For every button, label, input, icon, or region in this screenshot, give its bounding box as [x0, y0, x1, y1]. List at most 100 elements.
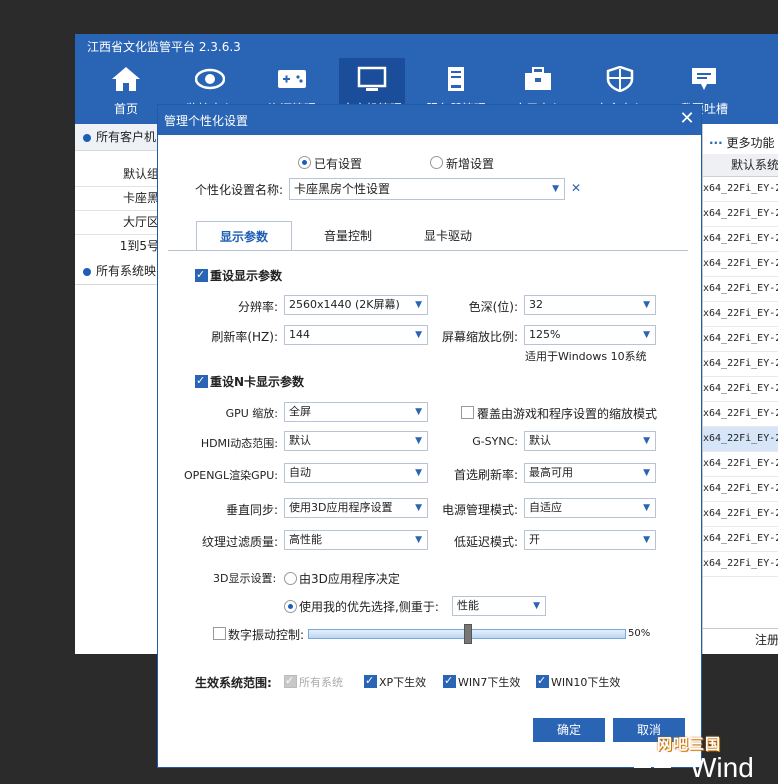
dialog-titlebar[interactable]: 管理个性化设置 ✕ — [158, 105, 701, 135]
mode-existing-label: 已有设置 — [314, 157, 363, 171]
gsync-value: 默认 — [529, 434, 551, 447]
table-cell[interactable]: x64_22Fi_EY-2 — [703, 227, 778, 252]
table-cell[interactable]: x64_22Fi_EY-2 — [703, 177, 778, 202]
all-images-header[interactable]: 所有系统映 — [75, 258, 159, 285]
low-latency-value: 开 — [529, 533, 540, 546]
table-cell[interactable]: x64_22Fi_EY-2 — [703, 502, 778, 527]
gsync-select[interactable]: 默认 ▼ — [524, 431, 656, 451]
table-cell[interactable]: x64_22Fi_EY-2 — [703, 527, 778, 552]
sidebar-group[interactable]: 默认组 — [75, 162, 159, 187]
scope-xp-checkbox[interactable] — [364, 673, 377, 688]
mode-new-radio[interactable] — [430, 156, 443, 169]
clear-icon[interactable]: ✕ — [571, 181, 581, 195]
vsync-select[interactable]: 使用3D应用程序设置 ▼ — [284, 498, 428, 518]
refresh-rate-value: 144 — [289, 328, 310, 341]
feedback-icon — [692, 68, 716, 90]
chevron-down-icon: ▼ — [643, 468, 650, 478]
table-cell[interactable]: x64_22Fi_EY-2 — [703, 277, 778, 302]
chevron-down-icon: ▼ — [415, 300, 422, 310]
scale-note: 适用于Windows 10系统 — [525, 350, 647, 363]
screen-scale-select[interactable]: 125% ▼ — [524, 325, 656, 345]
opengl-gpu-label: OPENGL渲染GPU: — [183, 469, 278, 482]
table-cell-selected[interactable]: x64_22Fi_EY-2 — [703, 427, 778, 452]
close-icon[interactable]: ✕ — [676, 108, 698, 130]
3d-preference-label: 使用我的优先选择,侧重于: — [299, 600, 439, 614]
opengl-gpu-select[interactable]: 自动 ▼ — [284, 463, 428, 483]
table-cell[interactable]: x64_22Fi_EY-2 — [703, 452, 778, 477]
low-latency-select[interactable]: 开 ▼ — [524, 530, 656, 550]
dialog-title: 管理个性化设置 — [164, 114, 249, 128]
reset-nvidia-label: 重设N卡显示参数 — [210, 375, 305, 389]
client-table-right: ··· 更多功能 默认系统 x64_22Fi_EY-2 x64_22Fi_EY-… — [702, 124, 778, 654]
home-icon — [112, 67, 140, 91]
all-images-label: 所有系统映 — [96, 264, 157, 278]
more-functions-label: 更多功能 — [726, 136, 775, 150]
tab-display[interactable]: 显示参数 — [196, 221, 292, 251]
texture-quality-value: 高性能 — [289, 533, 322, 546]
scope-win10-checkbox[interactable] — [536, 673, 549, 688]
desktop-windows-text: Wind — [690, 752, 754, 783]
table-cell[interactable]: x64_22Fi_EY-2 — [703, 202, 778, 227]
table-cell[interactable]: x64_22Fi_EY-2 — [703, 252, 778, 277]
sidebar-group[interactable]: 卡座黑 — [75, 186, 159, 211]
color-depth-select[interactable]: 32 ▼ — [524, 295, 656, 315]
scope-all-checkbox[interactable] — [284, 673, 297, 688]
register-button[interactable]: 注册 — [703, 628, 778, 651]
hdmi-range-select[interactable]: 默认 ▼ — [284, 431, 428, 451]
all-clients-label: 所有客户机 — [96, 130, 157, 144]
table-cell[interactable]: x64_22Fi_EY-2 — [703, 302, 778, 327]
refresh-rate-select[interactable]: 144 ▼ — [284, 325, 428, 345]
scope-win7-label: WIN7下生效 — [458, 676, 521, 689]
reset-display-checkbox[interactable] — [195, 267, 208, 282]
vibrance-slider-thumb[interactable] — [464, 624, 472, 644]
all-clients-header[interactable]: 所有客户机 — [75, 124, 159, 151]
setting-name-label: 个性化设置名称: — [195, 183, 284, 197]
mode-existing-radio[interactable] — [298, 156, 311, 169]
setting-name-select[interactable]: 卡座黑房个性设置 ▼ — [289, 178, 565, 200]
chevron-down-icon: ▼ — [533, 601, 540, 611]
vibrance-checkbox[interactable] — [213, 627, 226, 640]
table-cell[interactable]: x64_22Fi_EY-2 — [703, 352, 778, 377]
sidebar-group[interactable]: 1到5号 — [75, 234, 159, 259]
chevron-down-icon: ▼ — [415, 330, 422, 340]
tab-divider — [168, 250, 688, 251]
more-functions-button[interactable]: ··· 更多功能 — [703, 132, 778, 154]
3d-app-decide-label: 由3D应用程序决定 — [299, 572, 400, 586]
table-cell[interactable]: x64_22Fi_EY-2 — [703, 402, 778, 427]
chevron-down-icon: ▼ — [552, 184, 559, 194]
scope-win10-label: WIN10下生效 — [551, 676, 621, 689]
table-cell[interactable]: x64_22Fi_EY-2 — [703, 477, 778, 502]
3d-preference-radio[interactable] — [284, 600, 297, 613]
power-mode-label: 电源管理模式: — [441, 503, 518, 517]
tab-gpu-driver[interactable]: 显卡驱动 — [400, 221, 496, 251]
column-header-default-system[interactable]: 默认系统 — [703, 154, 778, 177]
table-cell[interactable]: x64_22Fi_EY-2 — [703, 377, 778, 402]
ok-button[interactable]: 确定 — [533, 718, 605, 742]
tab-volume[interactable]: 音量控制 — [300, 221, 396, 251]
resolution-value: 2560x1440 (2K屏幕) — [289, 298, 400, 311]
vibrance-value: 50% — [628, 628, 651, 639]
3d-preference-select[interactable]: 性能 ▼ — [452, 596, 546, 616]
table-cell[interactable]: x64_22Fi_EY-2 — [703, 327, 778, 352]
shield-icon — [606, 66, 634, 92]
resolution-select[interactable]: 2560x1440 (2K屏幕) ▼ — [284, 295, 428, 315]
chevron-down-icon: ▼ — [643, 535, 650, 545]
power-mode-select[interactable]: 自适应 ▼ — [524, 498, 656, 518]
texture-quality-select[interactable]: 高性能 ▼ — [284, 530, 428, 550]
refresh-rate-label: 刷新率(HZ): — [211, 330, 278, 344]
3d-app-decide-radio[interactable] — [284, 572, 297, 585]
override-scaling-checkbox[interactable] — [461, 406, 474, 419]
3d-settings-label: 3D显示设置: — [213, 572, 277, 585]
table-cell[interactable]: x64_22Fi_EY-2 — [703, 552, 778, 577]
reset-nvidia-checkbox[interactable] — [195, 373, 208, 388]
vsync-label: 垂直同步: — [225, 503, 278, 517]
gpu-scaling-select[interactable]: 全屏 ▼ — [284, 402, 428, 422]
vibrance-label: 数字振动控制: — [228, 628, 305, 642]
nav-label: 首页 — [113, 102, 138, 116]
nav-home[interactable]: 首页 — [93, 58, 159, 122]
scope-win7-checkbox[interactable] — [443, 673, 456, 688]
chevron-down-icon: ▼ — [643, 503, 650, 513]
chevron-down-icon: ▼ — [415, 468, 422, 478]
sidebar-group[interactable]: 大厅区 — [75, 210, 159, 235]
preferred-refresh-select[interactable]: 最高可用 ▼ — [524, 463, 656, 483]
